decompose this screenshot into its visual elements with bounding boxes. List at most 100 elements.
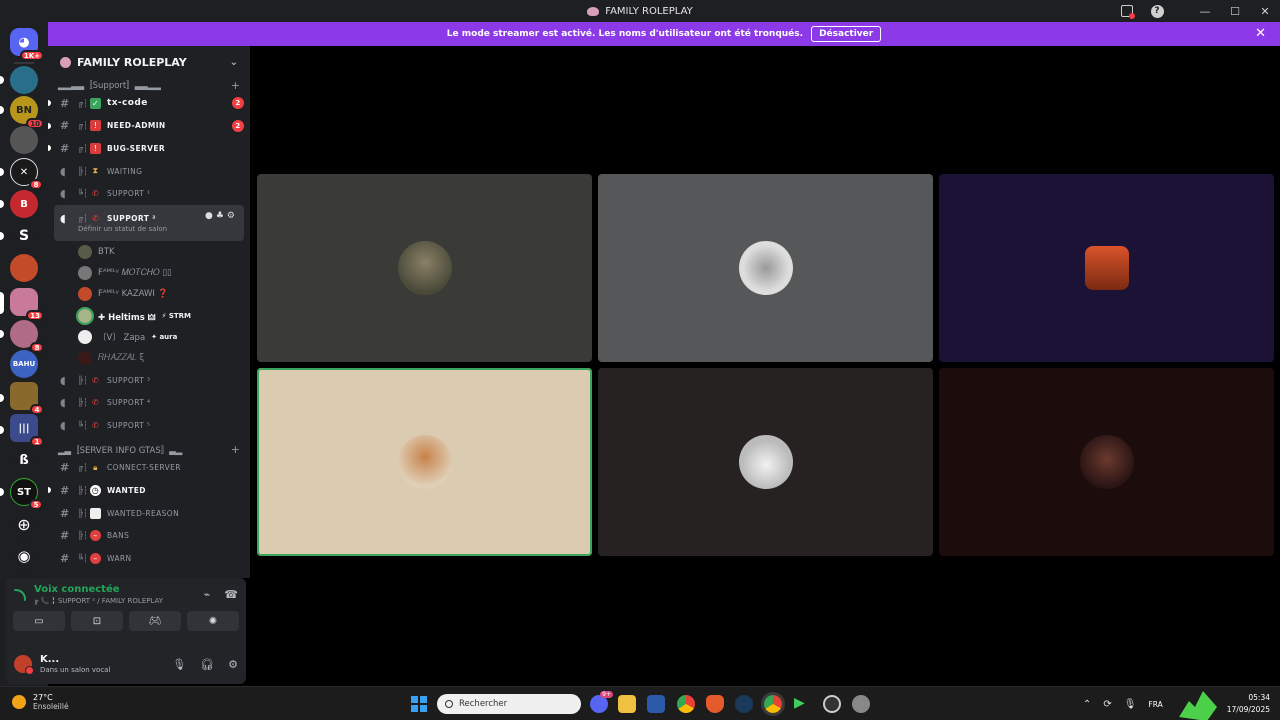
avatar[interactable] (14, 655, 34, 675)
help-button[interactable]: ? (1142, 0, 1172, 22)
channel-support-3[interactable]: ◖ ╠┆ ✆ SUPPORT ³ (48, 369, 250, 392)
discord-window: FAMILY ROLEPLAY ? — ☐ ✕ Le mode streamer… (0, 0, 1280, 720)
app-icon[interactable] (823, 695, 841, 713)
temperature: 27°C (33, 693, 53, 702)
soundboard-button[interactable]: ✺ (187, 611, 239, 631)
disable-streamer-button[interactable]: Désactiver (811, 26, 882, 42)
category-support[interactable]: ▂▂▃▃〚Support〛▃▃▂▂ + (48, 78, 250, 92)
sync-icon[interactable]: ⟳ (1103, 699, 1111, 710)
voice-user[interactable]: 𝑅𝐻𝐴𝑍𝑍𝐴𝐿 ξ (48, 347, 250, 368)
search-placeholder: Rechercher (459, 699, 508, 709)
unread-pill (0, 168, 4, 176)
server-icon[interactable] (10, 126, 38, 154)
language-indicator[interactable]: FRA (1148, 700, 1162, 709)
chrome-active-icon[interactable] (761, 692, 785, 716)
microphone-tray-icon[interactable]: 🎙︎ (1124, 699, 1137, 710)
channel-wanted[interactable]: # ╠┆ ◷ WANTED (48, 479, 250, 502)
voice-user[interactable]: BTK (48, 241, 250, 262)
discord-taskbar-icon[interactable]: 9+ (590, 691, 613, 713)
add-server-icon[interactable]: ⊕ (10, 510, 38, 538)
channel-bug-server[interactable]: # ╔┆ ! BUG-SERVER (48, 137, 250, 160)
server-icon[interactable]: ✕ 8 (10, 158, 43, 190)
channel-support-2-active[interactable]: ◖ ╔┆ ✆ SUPPORT ² Définir un statut de sa… (54, 204, 244, 241)
participant-tile[interactable] (598, 368, 933, 556)
channel-wanted-reason[interactable]: # ╠┆ WANTED-REASON (48, 502, 250, 525)
close-banner-icon[interactable]: ✕ (1255, 26, 1266, 41)
clock[interactable]: 05:34 17/09/2025 (1227, 692, 1270, 716)
channel-need-admin[interactable]: # ╔┆ ! NEED-ADMIN 2 (48, 115, 250, 138)
server-icon[interactable]: ß (10, 446, 38, 474)
hash-icon: # (60, 141, 70, 155)
participant-tile-speaking[interactable] (257, 368, 592, 556)
settings-gear-icon[interactable]: ⚙ (228, 658, 238, 671)
activity-button[interactable]: 🎮︎ (129, 611, 181, 631)
voice-user[interactable]: ✚ Heltims 🜲 ⚡ STRM (48, 305, 250, 326)
participant-tile[interactable] (939, 174, 1274, 362)
category-server-info[interactable]: ▂▃〚SERVER INFO GTAS〛▃▂ + (48, 443, 250, 457)
chevron-up-icon[interactable]: ⌃ (1083, 699, 1091, 710)
camera-off-icon: ▭ (34, 615, 44, 627)
server-icon[interactable]: ||| 1 (10, 414, 44, 447)
server-icon[interactable]: 8 (10, 320, 44, 353)
channel-tx-code[interactable]: # ╔┆ ✓ tx-code 2 (48, 92, 250, 115)
close-window-button[interactable]: ✕ (1250, 0, 1280, 22)
play-icon[interactable]: ▶ (794, 695, 812, 713)
weather-widget[interactable]: 27°C Ensoleillé (12, 693, 69, 711)
windows-start-icon[interactable] (411, 696, 427, 712)
unread-indicator (48, 487, 51, 494)
voice-user[interactable]: Fᴬᴹᴵᴸʸ KAZAWI ❓ (48, 284, 250, 305)
server-icon[interactable]: 4 (10, 382, 44, 415)
channel-name: WARN (107, 553, 132, 563)
minimize-button[interactable]: — (1190, 0, 1220, 22)
voice-user[interactable]: Fᴬᴹᴵᴸʸ 𝑀𝑂𝑇𝐶𝐻𝑂 ▯▯ (48, 262, 250, 283)
home-button[interactable]: ◕ 1K+ (10, 28, 44, 61)
server-icon[interactable]: ST 5 (10, 478, 43, 510)
channel-warn[interactable]: # ╚┆ – WARN (48, 547, 250, 570)
server-icon[interactable] (10, 254, 38, 282)
channel-support-5[interactable]: ◖ ╚┆ ✆ SUPPORT ⁵ (48, 414, 250, 437)
server-header[interactable]: FAMILY ROLEPLAY ⌄ (48, 46, 250, 78)
signal-icon[interactable] (14, 588, 26, 601)
app-icon[interactable] (647, 695, 665, 713)
disconnect-icon[interactable]: ☎ (224, 588, 238, 601)
speaker-icon: ◖ (60, 373, 67, 387)
participant-tile[interactable] (598, 174, 933, 362)
server-icon[interactable]: BN 10 (10, 96, 44, 129)
voice-channel-path[interactable]: ╔ 📞 ╏ SUPPORT ² / FAMILY ROLEPLAY (34, 597, 163, 605)
taskbar-search[interactable]: Rechercher (437, 694, 581, 714)
chrome-icon[interactable] (677, 695, 695, 713)
file-explorer-icon[interactable] (618, 695, 636, 713)
server-icon[interactable]: S (10, 222, 38, 250)
channel-support-4[interactable]: ◖ ╠┆ ✆ SUPPORT ⁴ (48, 391, 250, 414)
speaker-icon: ◖ (60, 396, 67, 410)
brave-icon[interactable] (706, 695, 724, 713)
server-icon-family-roleplay[interactable]: 13 (10, 288, 44, 321)
channel-name: WANTED (107, 485, 146, 495)
channel-actions[interactable]: ●♣⚙ (205, 211, 238, 221)
steam-icon[interactable] (735, 695, 753, 713)
add-channel-icon[interactable]: + (231, 79, 240, 92)
server-icon[interactable] (10, 66, 38, 94)
participant-tile[interactable] (939, 368, 1274, 556)
channel-waiting[interactable]: ◖ ╠┆ ⧗ WAITING (48, 160, 250, 183)
maximize-button[interactable]: ☐ (1220, 0, 1250, 22)
server-icon[interactable]: B (10, 190, 38, 218)
inbox-icon (1121, 5, 1135, 19)
participant-tile[interactable] (257, 174, 592, 362)
channel-bans[interactable]: # ╠┆ – BANS (48, 524, 250, 547)
noise-suppression-icon[interactable]: ⌁ (204, 588, 211, 601)
add-channel-icon[interactable]: + (231, 443, 240, 456)
camera-button[interactable]: ▭ (13, 611, 65, 631)
channel-status[interactable]: Définir un statut de salon (78, 225, 167, 233)
inbox-button[interactable] (1112, 0, 1142, 22)
channel-connect-server[interactable]: # ╔┆ 🔒︎ CONNECT-SERVER (48, 457, 250, 480)
headphones-icon[interactable]: 🎧︎ (200, 658, 214, 671)
discover-icon[interactable]: ◉ (10, 542, 38, 570)
microphone-icon[interactable]: 🎙︎ (172, 658, 186, 671)
app-icon[interactable] (852, 695, 870, 713)
screen-share-button[interactable]: ⊡ (71, 611, 123, 631)
channel-support-1[interactable]: ◖ ╚┆ ✆ SUPPORT ¹ (48, 182, 250, 205)
hash-icon: # (60, 529, 70, 543)
server-icon[interactable]: BAHU (10, 350, 38, 378)
voice-user[interactable]: 〔V〕 Zapa ✦ aura (48, 326, 250, 347)
